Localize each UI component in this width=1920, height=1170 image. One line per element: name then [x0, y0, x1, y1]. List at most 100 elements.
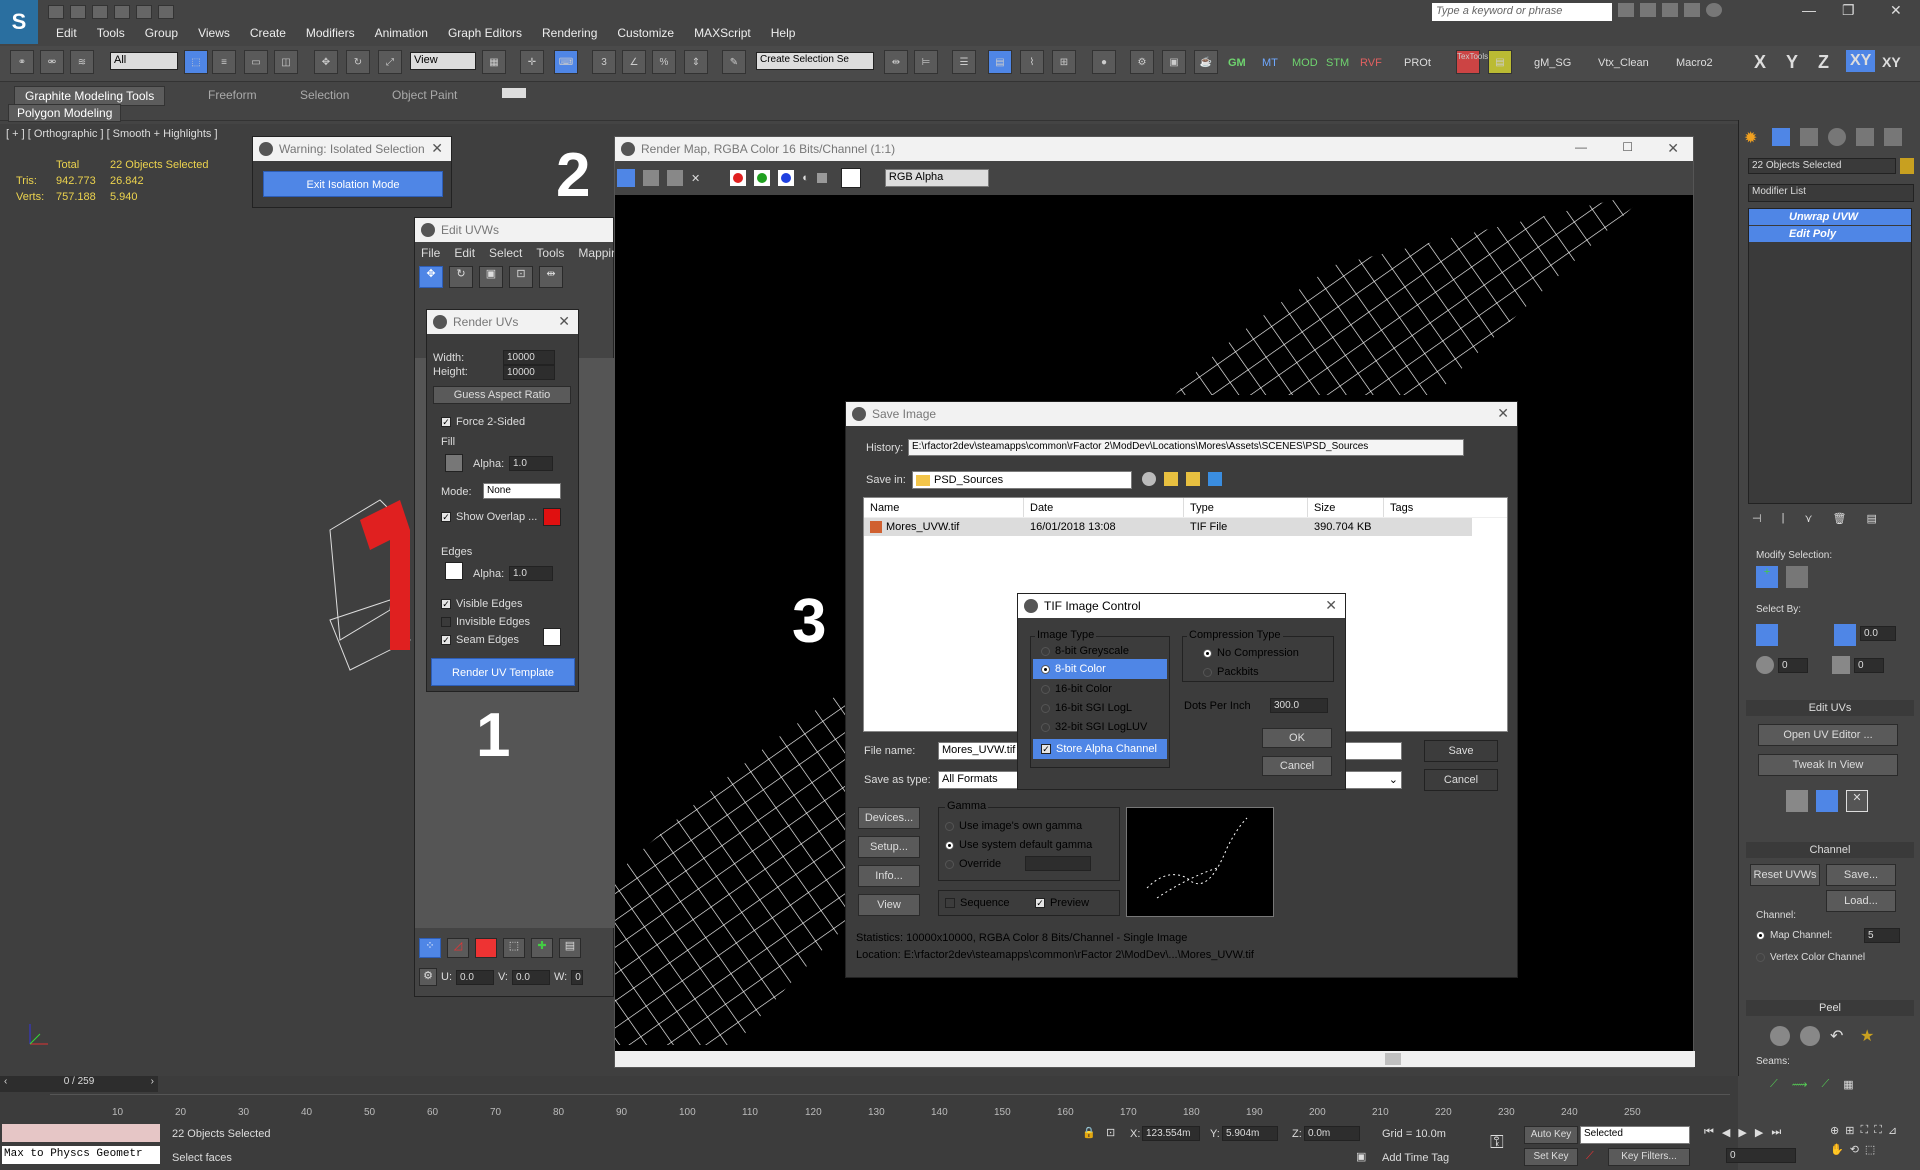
uv-freeform-icon[interactable]: ⊡: [509, 266, 533, 288]
gamma-override-radio[interactable]: Override: [945, 858, 1001, 870]
display-channel-dropdown[interactable]: RGB Alpha: [884, 169, 989, 187]
no-compression-radio[interactable]: No Compression: [1203, 647, 1299, 659]
cart-icon[interactable]: [1662, 3, 1678, 17]
pin-icon[interactable]: ★: [1860, 1026, 1880, 1046]
view-button[interactable]: View: [858, 894, 920, 916]
select-object-icon[interactable]: ⬚: [184, 50, 208, 74]
tab-object-paint[interactable]: Object Paint: [382, 86, 467, 104]
render-uv-template-button[interactable]: Render UV Template: [431, 658, 575, 686]
unlink-icon[interactable]: ⚮: [40, 50, 64, 74]
gamma-override-radio-dot[interactable]: [945, 859, 954, 869]
w-field[interactable]: 0: [571, 969, 584, 985]
visible-edges-check[interactable]: ✓: [441, 599, 451, 610]
uv-edge-mode-icon[interactable]: ◿: [447, 938, 469, 958]
width-field[interactable]: 10000: [503, 350, 555, 365]
guess-aspect-ratio-button[interactable]: Guess Aspect Ratio: [433, 386, 571, 404]
dpi-field[interactable]: 300.0: [1270, 698, 1328, 713]
menu-customize[interactable]: Customize: [607, 22, 684, 44]
uv-vertex-mode-icon[interactable]: ⁘: [419, 938, 441, 958]
grow-selection-icon[interactable]: +: [1756, 566, 1778, 588]
spinner-snap-icon[interactable]: ⇕: [684, 50, 708, 74]
star-icon[interactable]: [1684, 3, 1700, 17]
file-name-input-end[interactable]: [1344, 742, 1402, 760]
select-manipulate-icon[interactable]: ✛: [520, 50, 544, 74]
uv-mirror-icon[interactable]: ⇹: [539, 266, 563, 288]
peel-rollout-header[interactable]: Peel: [1746, 1000, 1914, 1016]
create-tab-icon[interactable]: ✹: [1744, 128, 1762, 147]
zoom-extents-icon[interactable]: ⛶: [1860, 1124, 1868, 1137]
go-to-start-icon[interactable]: ⏮: [1704, 1126, 1714, 1139]
prev-frame-icon[interactable]: ‹: [4, 1076, 7, 1087]
close-icon[interactable]: ✕: [558, 313, 570, 330]
history-dropdown[interactable]: E:\rfactor2dev\steamapps\common\rFactor …: [908, 439, 1464, 456]
point-to-point-seams-icon[interactable]: ⟋: [1770, 1078, 1778, 1091]
render-setup-icon[interactable]: ⚙: [1130, 50, 1154, 74]
window-crossing-icon[interactable]: ◫: [274, 50, 298, 74]
show-overlap-checkbox[interactable]: ✓ Show Overlap ...: [441, 511, 537, 523]
rotate-icon[interactable]: ↻: [346, 50, 370, 74]
stack-item-unwrap-uvw[interactable]: Unwrap UVW: [1749, 209, 1911, 225]
tweak-in-view-button[interactable]: Tweak In View: [1758, 754, 1898, 776]
col-tags[interactable]: Tags: [1384, 498, 1464, 517]
minimize-icon[interactable]: —: [1802, 2, 1816, 18]
shrink-selection-icon[interactable]: [1786, 566, 1808, 588]
stm-button[interactable]: STM: [1326, 57, 1349, 69]
select-by-angle-field[interactable]: 0.0: [1860, 626, 1896, 641]
current-frame-field[interactable]: 0: [1726, 1148, 1796, 1163]
red-channel-toggle[interactable]: [730, 170, 747, 186]
next-key-icon[interactable]: ▶: [1755, 1126, 1763, 1139]
toolbar-grid-icon[interactable]: ▤: [1488, 50, 1512, 74]
uvw-menu-file[interactable]: File: [421, 246, 440, 260]
viewport-label[interactable]: [ + ] [ Orthographic ] [ Smooth + Highli…: [6, 128, 218, 140]
menu-graph-editors[interactable]: Graph Editors: [438, 22, 532, 44]
schematic-view-icon[interactable]: ⊞: [1052, 50, 1076, 74]
expand-seams-icon[interactable]: ▦: [1843, 1078, 1853, 1091]
close-icon[interactable]: ✕: [1667, 140, 1679, 157]
minimize-icon[interactable]: —: [1575, 140, 1587, 154]
save-button[interactable]: Save: [1424, 740, 1498, 762]
edit-seams-icon[interactable]: ⟿: [1792, 1078, 1808, 1091]
tab-polygon-modeling[interactable]: Polygon Modeling: [8, 104, 122, 122]
add-time-tag-button[interactable]: Add Time Tag: [1382, 1152, 1449, 1164]
set-key-button[interactable]: Set Key: [1524, 1148, 1578, 1166]
axis-z[interactable]: Z: [1818, 52, 1829, 73]
binoculars-icon[interactable]: [1618, 3, 1634, 17]
maxscript-input[interactable]: Max to Physcs Geometr: [2, 1146, 160, 1164]
close-icon[interactable]: ✕: [1497, 405, 1509, 422]
setup-button[interactable]: Setup...: [858, 836, 920, 858]
move-icon[interactable]: ✥: [314, 50, 338, 74]
exit-isolation-button[interactable]: Exit Isolation Mode: [263, 171, 443, 197]
link-icon[interactable]: ⚭: [10, 50, 34, 74]
menu-maxscript[interactable]: MAXScript: [684, 22, 761, 44]
tab-graphite-modeling-tools[interactable]: Graphite Modeling Tools: [14, 86, 166, 106]
zoom-extents-all-icon[interactable]: ⛶: [1874, 1124, 1882, 1137]
remove-modifier-icon[interactable]: 🗑: [1833, 512, 1847, 525]
clear-icon[interactable]: ✕: [691, 172, 700, 185]
menu-help[interactable]: Help: [761, 22, 806, 44]
cancel-button[interactable]: Cancel: [1424, 769, 1498, 791]
map-channel-field[interactable]: 5: [1864, 928, 1900, 943]
type-16bit-color-radio[interactable]: 16-bit Color: [1041, 683, 1112, 695]
render-icon[interactable]: ☕: [1194, 50, 1218, 74]
pivot-icon[interactable]: ▦: [482, 50, 506, 74]
gamma-own-radio[interactable]: Use image's own gamma: [945, 820, 1082, 832]
color-swatch[interactable]: [840, 168, 861, 188]
u-field[interactable]: 0.0: [456, 969, 494, 985]
maximize-viewport-icon[interactable]: ⬚: [1865, 1143, 1875, 1156]
edit-uvs-rollout-header[interactable]: Edit UVs: [1746, 700, 1914, 716]
uv-element-icon[interactable]: ⬚: [503, 938, 525, 958]
uv-shrink-icon[interactable]: ▤: [559, 938, 581, 958]
axis-x[interactable]: X: [1754, 52, 1766, 73]
force-2-sided-check[interactable]: ✓: [441, 417, 451, 428]
channel-rollout-header[interactable]: Channel: [1746, 842, 1914, 858]
textools-button[interactable]: TexTools: [1456, 50, 1488, 74]
make-unique-icon[interactable]: ⋎: [1804, 512, 1812, 525]
tab-freeform[interactable]: Freeform: [198, 86, 267, 104]
sequence-check[interactable]: [945, 898, 955, 909]
axis-xy-2[interactable]: XY: [1882, 54, 1901, 70]
type-16bit-logl-radio[interactable]: 16-bit SGI LogL: [1041, 702, 1132, 714]
time-tag-icon[interactable]: ▣: [1356, 1150, 1366, 1163]
peel-mode-icon[interactable]: [1770, 1026, 1790, 1046]
y-coord-field[interactable]: 5.904m: [1222, 1126, 1278, 1141]
project-icon[interactable]: [158, 5, 174, 19]
